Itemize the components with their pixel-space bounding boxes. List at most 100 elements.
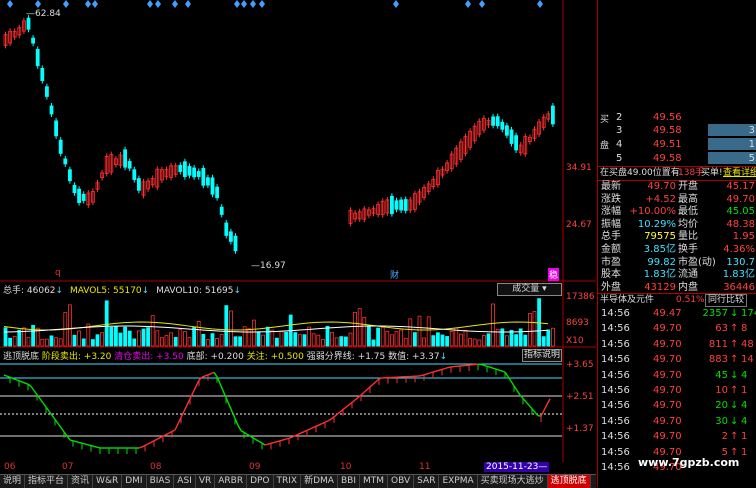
indicator-curve-segment [256, 440, 259, 442]
arrow-down-icon: ↓ [56, 286, 64, 296]
indicator-curve-segment [529, 405, 532, 408]
tab-4[interactable]: DMI [122, 475, 146, 488]
volume-bar [349, 333, 352, 346]
candle-body [82, 194, 85, 200]
stat-row: 金额 3.85亿 换手 4.36% [598, 243, 756, 256]
tab-2[interactable]: 资讯 [68, 475, 93, 488]
tab-10[interactable]: TRIX [274, 475, 302, 488]
tab-3[interactable]: W&R [93, 475, 122, 488]
volume-bar [551, 328, 554, 346]
volume-bar [59, 339, 62, 346]
indicator-curve-segment [76, 442, 79, 443]
total-volume-label: 总手: 46062 [3, 286, 56, 296]
indicator-curve-segment [193, 386, 196, 392]
volume-bar [400, 330, 403, 346]
tab-1[interactable]: 指标平台 [25, 475, 68, 488]
position-detail-link[interactable]: 查看详细 [723, 167, 756, 180]
tick-price: 49.70 [653, 338, 682, 351]
tick-extra: 1 [741, 384, 747, 397]
event-diamond-icon [185, 0, 191, 8]
tab-6[interactable]: ASI [174, 475, 196, 488]
indicator-curve-segment [259, 441, 262, 443]
tab-12[interactable]: BBI [338, 475, 360, 488]
x-axis: 06 07 08 09 10 11 2015-11-23— [0, 462, 596, 474]
stat-label: 振幅 [601, 218, 621, 231]
stat-row: 市盈 99.82 市盈(动) 130.7 [598, 256, 756, 269]
order-row[interactable]: 4 49.511 [598, 138, 756, 151]
order-row[interactable]: 2 49.56 [598, 111, 756, 124]
indicator-curve-segment [508, 377, 511, 382]
tab-7[interactable]: VR [196, 475, 215, 488]
indicator-curve-segment [43, 403, 46, 407]
tab-14[interactable]: OBV [388, 475, 414, 488]
stat-label: 市盈 [601, 256, 621, 269]
volume-bar [478, 340, 481, 346]
indicator-curve-segment [511, 381, 514, 386]
candle-body [501, 122, 504, 129]
volume-bar [50, 336, 53, 346]
volume-indicator-dropdown[interactable]: 成交量 ▾ [497, 283, 562, 296]
stat-value: 43129 [624, 281, 676, 294]
kline-chart-area[interactable]: —62.84 —16.97 34.91 24.67 q 财 稳 总手: 4606… [0, 0, 596, 462]
marker-cai[interactable]: 财 [390, 268, 399, 281]
indicator-curve-segment [70, 440, 73, 441]
tab-18[interactable]: 逃顶脱底 [548, 475, 591, 488]
volume-y-label-1: 17386 [566, 292, 595, 302]
tab-16[interactable]: EXPMA [439, 475, 477, 488]
event-diamond-icon [35, 0, 41, 8]
volume-bar [423, 338, 426, 346]
tick-time: 14:56 [601, 307, 630, 320]
volume-bar [151, 316, 154, 346]
indicator-curve-segment [214, 372, 217, 376]
volume-bar [450, 331, 453, 346]
order-row[interactable]: 5 49.585 [598, 152, 756, 165]
marker-q[interactable]: q [55, 268, 61, 278]
tab-9[interactable]: DPO [247, 475, 273, 488]
arrow-down-icon: ↓ [730, 369, 738, 382]
candle-body [234, 236, 237, 251]
volume-y-label-2: 8693 [566, 318, 589, 328]
tick-volume: 20 [693, 399, 728, 412]
tab-15[interactable]: SAR [414, 475, 439, 488]
volume-bar [266, 327, 269, 346]
tab-13[interactable]: MTM [360, 475, 388, 488]
volume-bar [91, 340, 94, 346]
tick-time: 14:56 [601, 338, 630, 351]
event-diamond-icon [393, 0, 399, 8]
indicator-curve-segment [316, 425, 319, 426]
volume-bar [446, 336, 449, 346]
event-diamond-icon [537, 0, 543, 8]
indicator-curve-segment [61, 428, 64, 432]
indicator-curve-segment [355, 398, 358, 400]
tab-0[interactable]: 说明 [0, 475, 25, 488]
tab-8[interactable]: ARBR [215, 475, 247, 488]
candle-body [220, 207, 223, 214]
marker-wen[interactable]: 稳 [548, 268, 559, 281]
volume-bar [427, 317, 430, 346]
x-label-09: 09 [249, 462, 260, 472]
indicator-help-button[interactable]: 指标说明 [522, 349, 562, 362]
position-hint-row: 在买盘49.00位置有 138手 买单! 查看详细 [598, 166, 756, 181]
sector-name[interactable]: 半导体及元件 [600, 294, 654, 307]
stat-label: 最新 [601, 180, 621, 193]
tab-5[interactable]: BIAS [147, 475, 175, 488]
volume-bar [441, 335, 444, 346]
tab-17[interactable]: 买卖现场大逃炒 [478, 475, 548, 488]
indicator-curve-segment [424, 374, 427, 375]
candle-body [133, 170, 136, 180]
stat-label: 最高 [678, 193, 698, 206]
indicator-curve-segment [34, 391, 37, 395]
stat-label: 股本 [601, 268, 621, 281]
compare-button[interactable]: 同行比较 [705, 294, 747, 307]
stat-row: 最新 49.70 开盘 45.17 [598, 180, 756, 193]
stat-value: 45.05 [708, 205, 755, 218]
volume-bar [170, 333, 173, 346]
order-level: 5 [616, 152, 622, 165]
tab-11[interactable]: 新DMA [301, 475, 338, 488]
order-row[interactable]: 3 49.583 [598, 124, 756, 137]
volume-bar [542, 337, 545, 346]
indicator-curve-segment [238, 425, 241, 430]
candle-body [510, 130, 513, 144]
indicator-curve-segment [97, 447, 100, 448]
chart-canvas[interactable] [0, 0, 596, 462]
